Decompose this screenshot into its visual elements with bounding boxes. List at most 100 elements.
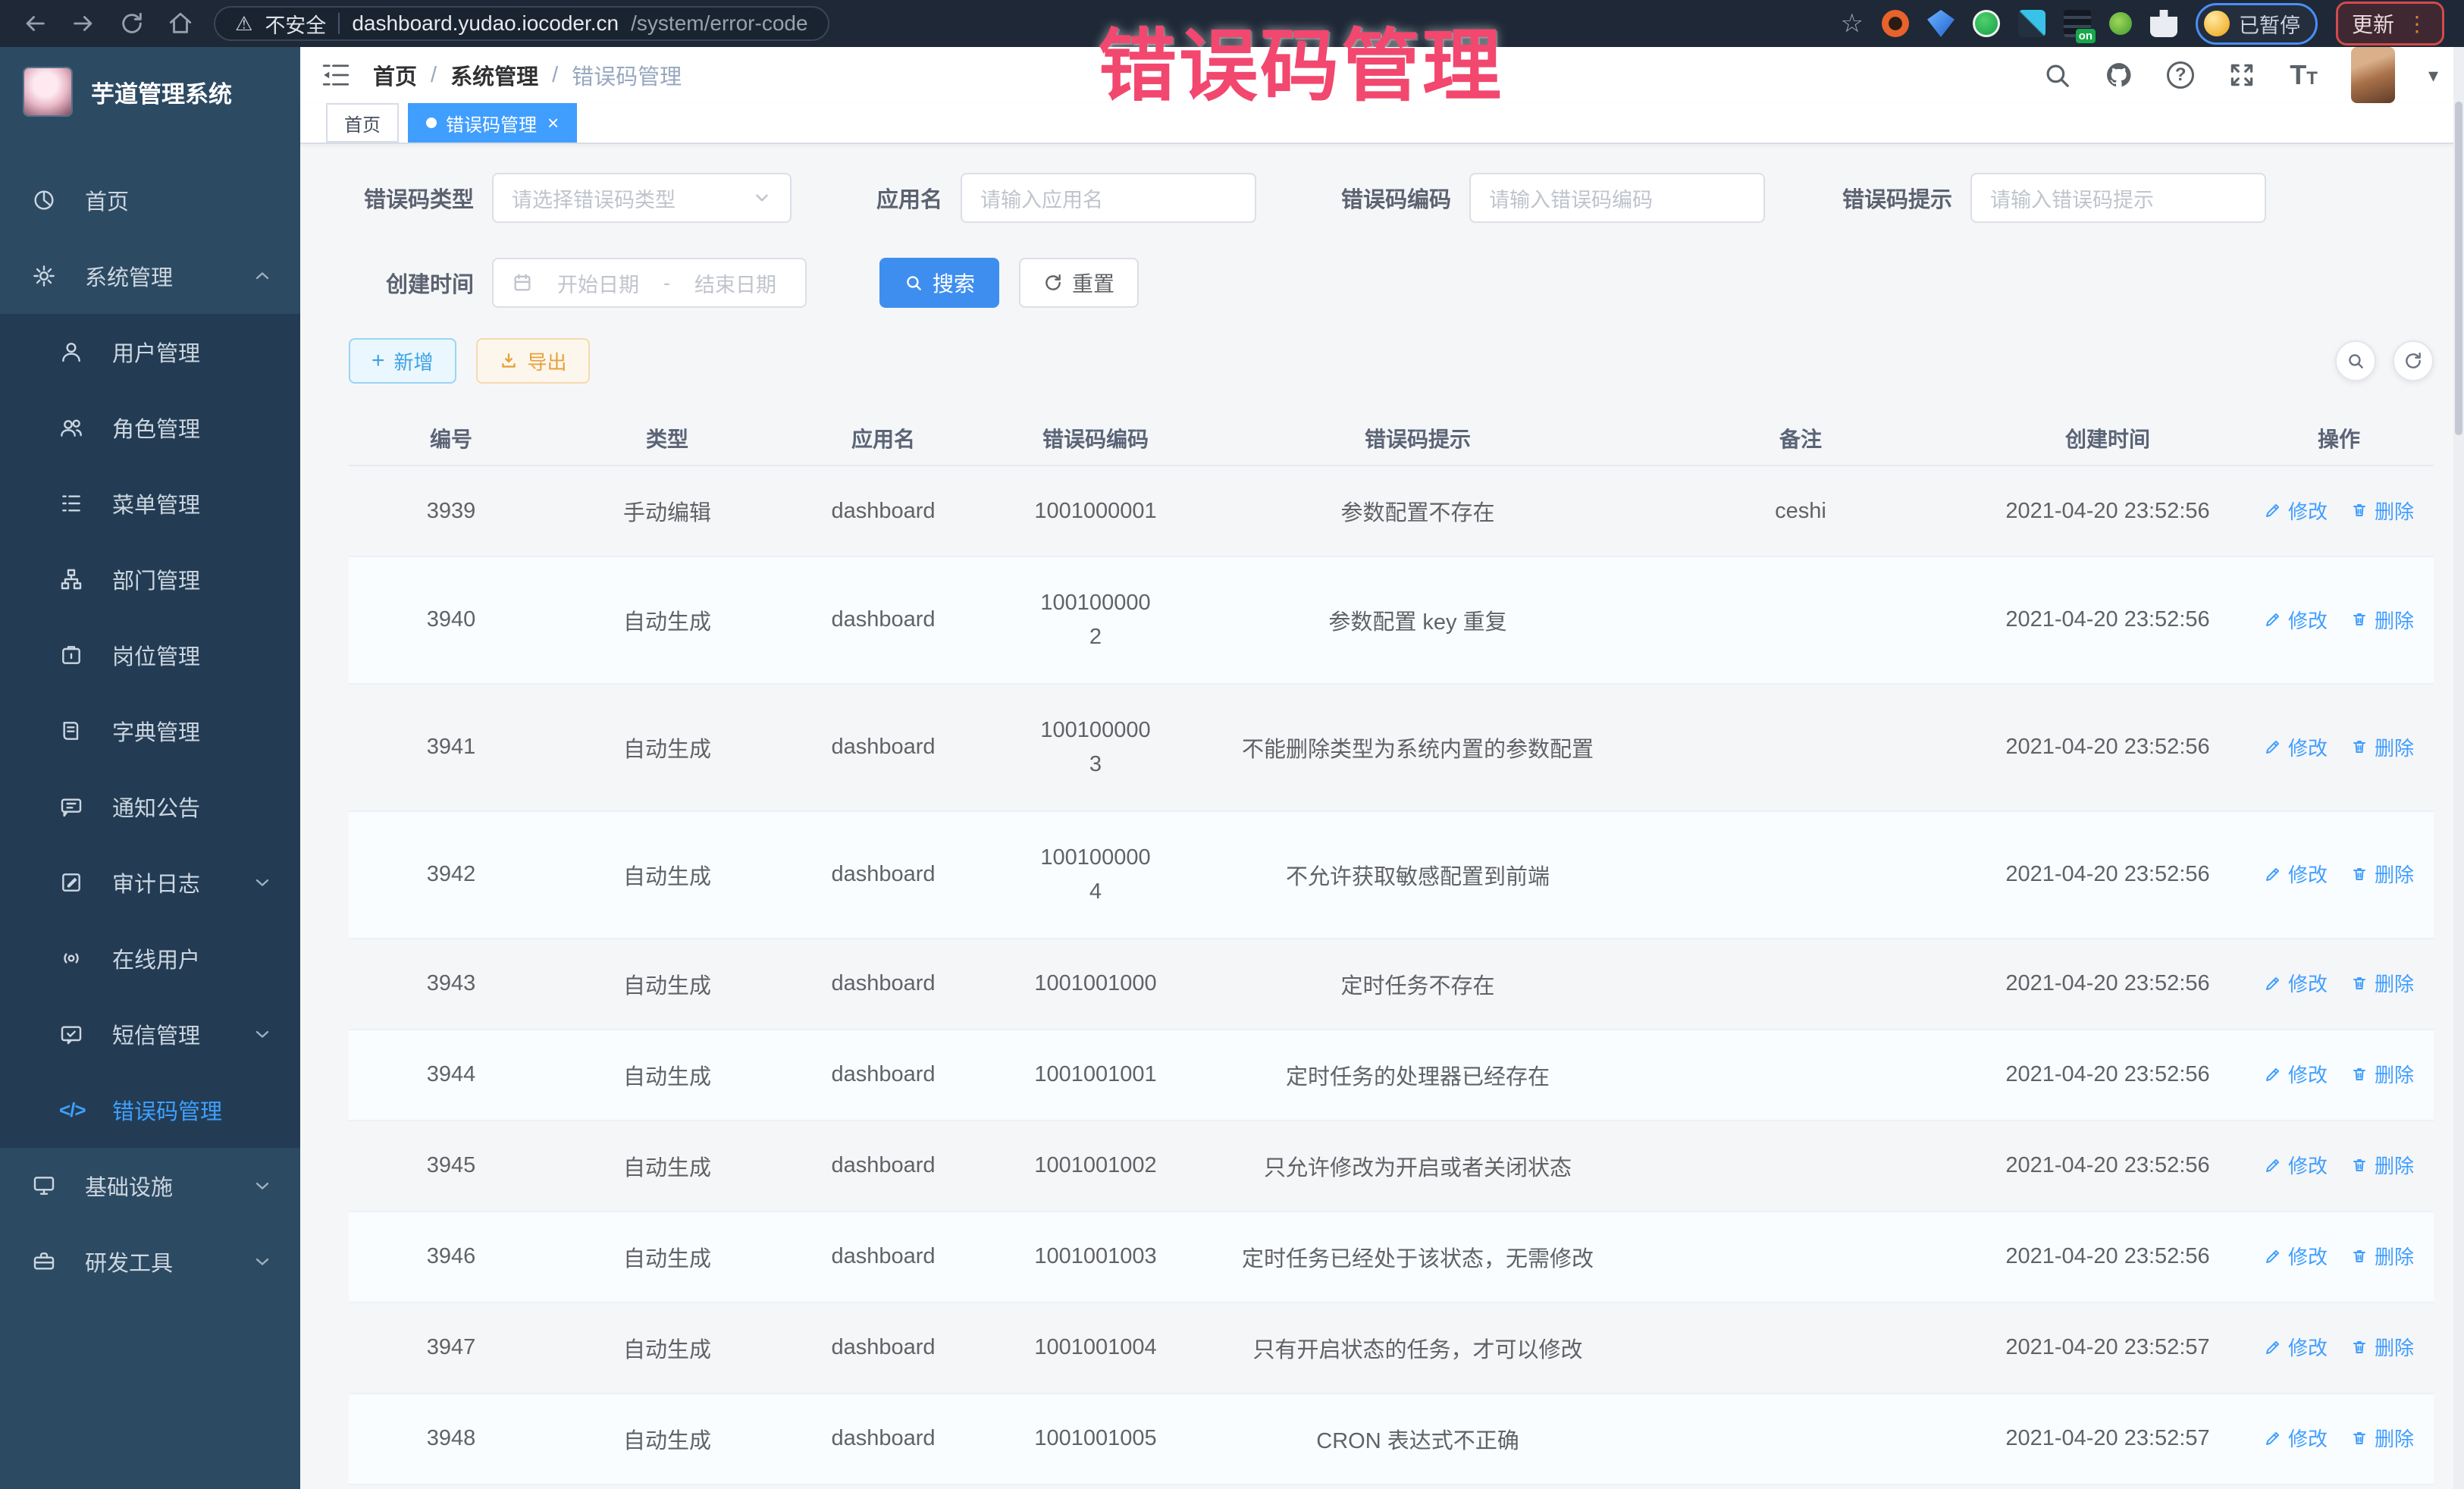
sidebar-logo-row[interactable]: 芋道管理系统 (0, 47, 300, 136)
sidebar-item-audit-log[interactable]: 审计日志 (0, 845, 300, 920)
table-cell: 参数配置 key 重复 (1205, 556, 1630, 684)
edit-link[interactable]: 修改 (2264, 1151, 2328, 1179)
update-button[interactable]: 更新 ⋮ (2336, 2, 2444, 45)
delete-link[interactable]: 删除 (2350, 860, 2414, 888)
logo-image (23, 67, 73, 117)
tools-icon (32, 1249, 64, 1274)
edit-link[interactable]: 修改 (2264, 606, 2328, 634)
sidebar-item-user-management[interactable]: 用户管理 (0, 314, 300, 390)
browser-menu-icon[interactable]: ⋮ (2406, 11, 2428, 36)
error-hint-input[interactable]: 请输入错误码提示 (1970, 173, 2266, 223)
sidebar-item-role-management[interactable]: 角色管理 (0, 390, 300, 466)
edit-link[interactable]: 修改 (2264, 969, 2328, 997)
date-range-picker[interactable]: 开始日期 - 结束日期 (492, 258, 807, 308)
plus-icon: + (371, 350, 385, 372)
edit-link[interactable]: 修改 (2264, 497, 2328, 525)
extension-icon-green-v[interactable] (1973, 10, 2000, 37)
delete-link[interactable]: 删除 (2350, 606, 2414, 634)
table-cell: dashboard (781, 1393, 986, 1484)
not-secure-label: 不安全 (265, 9, 326, 39)
edit-link[interactable]: 修改 (2264, 1242, 2328, 1270)
show-search-toggle-button[interactable] (2335, 340, 2376, 381)
add-button[interactable]: + 新增 (349, 338, 456, 384)
delete-link[interactable]: 删除 (2350, 969, 2414, 997)
sidebar-item-online-users[interactable]: 在线用户 (0, 920, 300, 996)
export-button[interactable]: 导出 (476, 338, 590, 384)
table-cell: 3948 (349, 1393, 553, 1484)
sidebar-item-home[interactable]: 首页 (0, 162, 300, 238)
edit-link[interactable]: 修改 (2264, 1333, 2328, 1361)
edit-link[interactable]: 修改 (2264, 860, 2328, 888)
back-icon[interactable] (20, 8, 50, 39)
delete-link[interactable]: 删除 (2350, 1333, 2414, 1361)
address-bar[interactable]: ⚠ 不安全 dashboard.yudao.iocoder.cn/system/… (214, 6, 829, 41)
search-icon[interactable] (2042, 61, 2071, 89)
edit-link[interactable]: 修改 (2264, 733, 2328, 761)
sidebar-toggle-icon[interactable] (320, 59, 352, 91)
chevron-down-icon (252, 1023, 273, 1045)
col-header-code: 错误码编码 (986, 411, 1205, 466)
error-code-input[interactable]: 请输入错误码编码 (1469, 173, 1765, 223)
forward-icon[interactable] (68, 8, 99, 39)
fullscreen-icon[interactable] (2227, 61, 2256, 89)
delete-link[interactable]: 删除 (2350, 1242, 2414, 1270)
sidebar-item-system-management[interactable]: 系统管理 (0, 238, 300, 314)
delete-link[interactable]: 删除 (2350, 1424, 2414, 1452)
sidebar-item-menu-management[interactable]: 菜单管理 (0, 466, 300, 541)
online-user-icon (59, 945, 91, 971)
table-cell: dashboard (781, 556, 986, 684)
help-icon[interactable]: ? (2167, 61, 2194, 89)
edit-link[interactable]: 修改 (2264, 1060, 2328, 1088)
delete-link[interactable]: 删除 (2350, 1060, 2414, 1088)
table-row: 3939手动编辑dashboard1001000001参数配置不存在ceshi2… (349, 466, 2434, 556)
sidebar-item-notice-announcement[interactable]: 通知公告 (0, 769, 300, 845)
edit-link[interactable]: 修改 (2264, 1424, 2328, 1452)
sidebar-item-post-management[interactable]: 岗位管理 (0, 617, 300, 693)
sidebar-item-dict-management[interactable]: 字典管理 (0, 693, 300, 769)
tab-error-code-management[interactable]: 错误码管理 × (408, 103, 577, 143)
sidebar-item-dept-management[interactable]: 部门管理 (0, 541, 300, 617)
table-cell: 1001000002 (986, 556, 1205, 684)
close-icon[interactable]: × (547, 111, 559, 135)
delete-link[interactable]: 删除 (2350, 1151, 2414, 1179)
sidebar-item-sms-management[interactable]: 短信管理 (0, 996, 300, 1072)
breadcrumb-system[interactable]: 系统管理 (450, 59, 538, 91)
table-cell: 定时任务不存在 (1205, 939, 1630, 1030)
extension-icon-dark-list[interactable]: on (2064, 10, 2091, 37)
table-cell: 2021-04-20 23:52:56 (1971, 466, 2244, 556)
window-scrollbar-thumb[interactable] (2455, 102, 2462, 435)
search-button[interactable]: 搜索 (879, 258, 999, 308)
extension-icon-blue-gem[interactable] (1927, 10, 1955, 37)
table-row: 3943自动生成dashboard1001001000定时任务不存在2021-0… (349, 939, 2434, 1030)
window-scrollbar-track[interactable] (2453, 47, 2464, 1489)
sidebar-item-infrastructure[interactable]: 基础设施 (0, 1148, 300, 1224)
github-icon[interactable] (2105, 61, 2133, 89)
tab-home[interactable]: 首页 (326, 103, 399, 143)
extension-icon-green-plug[interactable] (2109, 12, 2132, 35)
reload-icon[interactable] (117, 8, 147, 39)
delete-link[interactable]: 删除 (2350, 497, 2414, 525)
table-cell: 1001001004 (986, 1302, 1205, 1393)
bookmark-star-icon[interactable]: ☆ (1841, 8, 1864, 39)
extension-icon-puzzle[interactable] (2150, 10, 2177, 37)
sidebar-item-dev-tools[interactable]: 研发工具 (0, 1224, 300, 1299)
reset-button[interactable]: 重置 (1019, 258, 1139, 308)
main-area: 首页 / 系统管理 / 错误码管理 ? TT ▾ 首页 错误码管理 (300, 47, 2464, 1489)
profile-paused-pill[interactable]: 已暂停 (2196, 3, 2318, 45)
breadcrumb-home[interactable]: 首页 (373, 59, 417, 91)
extension-icon-orange[interactable] (1882, 10, 1909, 37)
table-cell: 修改删除 (2244, 466, 2434, 556)
home-icon[interactable] (165, 8, 196, 39)
chevron-down-icon[interactable]: ▾ (2428, 64, 2438, 87)
extension-icon-grid[interactable] (2018, 10, 2045, 37)
refresh-table-button[interactable] (2393, 340, 2434, 381)
font-size-icon[interactable]: TT (2290, 61, 2318, 89)
app-name-input[interactable]: 请输入应用名 (961, 173, 1256, 223)
sidebar-item-error-code-management[interactable]: </>错误码管理 (0, 1072, 300, 1148)
error-type-select[interactable]: 请选择错误码类型 (492, 173, 792, 223)
user-avatar[interactable] (2351, 47, 2395, 103)
table-cell (1630, 684, 1971, 811)
table-cell: 2021-04-20 23:52:56 (1971, 939, 2244, 1030)
delete-link[interactable]: 删除 (2350, 733, 2414, 761)
chevron-down-icon (252, 1251, 273, 1272)
